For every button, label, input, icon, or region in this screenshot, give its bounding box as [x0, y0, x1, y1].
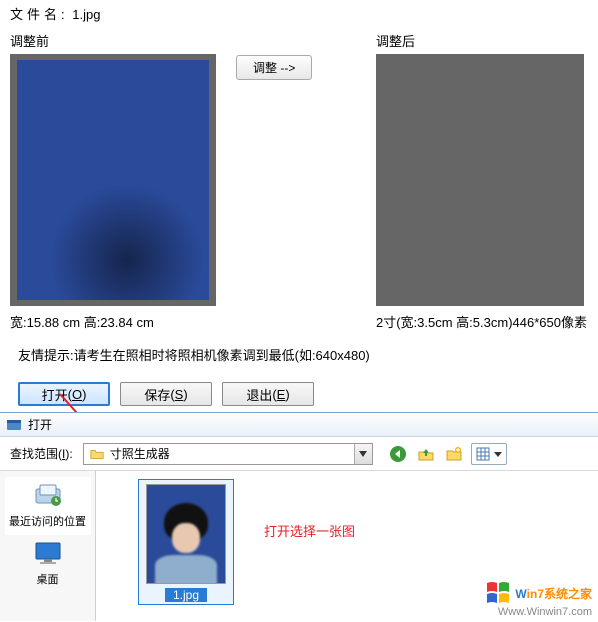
app-icon [6, 417, 22, 433]
file-thumbnail[interactable]: 1.jpg [138, 479, 234, 605]
before-title: 调整前 [10, 31, 216, 50]
after-panel: 调整后 2寸(宽:3.5cm 高:5.3cm)446*650像素 [376, 31, 588, 331]
filename-label: 文件名: [10, 7, 69, 22]
watermark: Win7系统之家 Www.Winwin7.com [485, 580, 592, 618]
places-bar: 最近访问的位置 桌面 [0, 471, 96, 621]
up-level-button[interactable] [415, 443, 437, 465]
filename-row: 文件名: 1.jpg [10, 4, 588, 23]
filename-value: 1.jpg [72, 7, 100, 22]
before-frame [10, 54, 216, 306]
save-button[interactable]: 保存(S) [120, 382, 212, 406]
thumbnail-filename: 1.jpg [165, 588, 207, 602]
new-folder-button[interactable] [443, 443, 465, 465]
before-panel: 调整前 宽:15.88 cm 高:23.84 cm [10, 31, 216, 331]
after-caption: 2寸(宽:3.5cm 高:5.3cm)446*650像素 [376, 312, 588, 331]
back-button[interactable] [387, 443, 409, 465]
lookin-label: 查找范围(I): [10, 445, 73, 462]
place-recent[interactable]: 最近访问的位置 [5, 477, 91, 535]
folder-icon [90, 447, 104, 461]
lookin-value: 寸照生成器 [110, 445, 170, 462]
watermark-title: Win7系统之家 [515, 585, 592, 602]
before-image [17, 60, 209, 300]
win7-logo-icon [485, 580, 511, 606]
hint-text: 友情提示:请考生在照相时将照相机像素调到最低(如:640x480) [18, 345, 588, 364]
dialog-title: 打开 [28, 416, 52, 433]
recent-icon [32, 479, 64, 511]
exit-button[interactable]: 退出(E) [222, 382, 314, 406]
watermark-url: Www.Winwin7.com [498, 606, 592, 618]
before-caption: 宽:15.88 cm 高:23.84 cm [10, 312, 216, 331]
lookin-dropdown[interactable]: 寸照生成器 [83, 443, 373, 465]
annotation-text: 打开选择一张图 [264, 521, 355, 540]
place-desktop[interactable]: 桌面 [5, 535, 91, 593]
dropdown-arrow-icon[interactable] [354, 444, 372, 464]
open-button[interactable]: 打开(O) [18, 382, 110, 406]
thumbnail-image [146, 484, 226, 584]
dialog-titlebar: 打开 [0, 413, 598, 437]
after-image [376, 54, 584, 306]
adjust-button[interactable]: 调整 --> [236, 55, 312, 80]
after-title: 调整后 [376, 31, 588, 50]
dialog-toolbar: 查找范围(I): 寸照生成器 [0, 437, 598, 471]
view-menu-button[interactable] [471, 443, 507, 465]
desktop-icon [32, 537, 64, 569]
